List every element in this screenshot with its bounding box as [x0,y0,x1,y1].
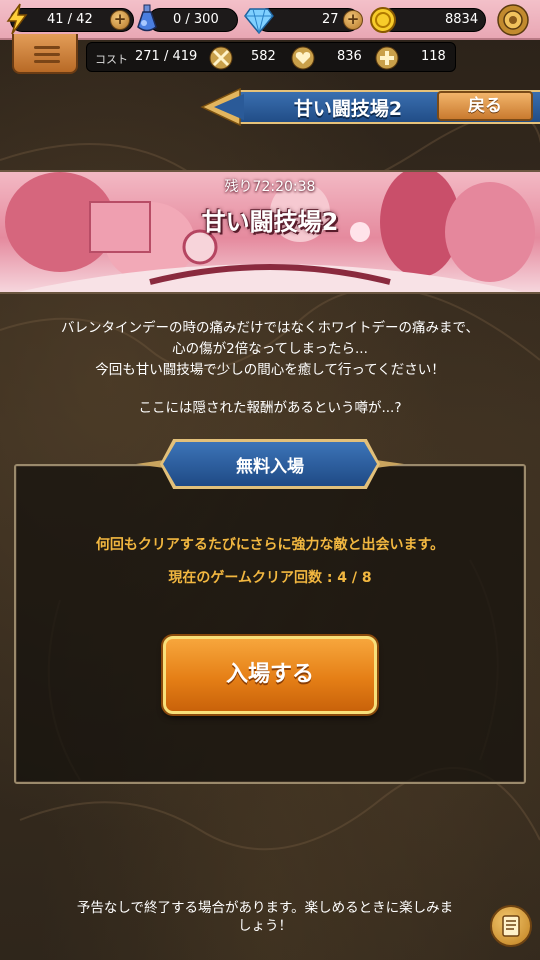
potion-icon [132,2,162,36]
coins-value: 8834 [445,12,479,27]
cost-label: コスト [95,53,128,66]
resource-bar: 41 / 42 + 0 / 300 27 + 8834 [0,0,540,40]
scroll-icon[interactable] [490,905,532,947]
event-title: 甘い闘技場2 [201,208,339,236]
entry-panel [14,464,526,784]
free-entry-label: 無料入場 [236,457,304,477]
back-button[interactable]: 戻る [437,91,533,121]
event-timer: 残り72:20:38 [224,179,316,195]
difficulty-info: 何回もクリアするたびにさらに強力な敵と出会います。 [95,537,445,553]
lightning-icon [2,2,32,36]
gear-icon[interactable] [497,4,529,36]
hp-value: 836 [337,49,362,64]
footer-line: しょう！ [238,918,292,934]
gems-value: 27 [322,12,339,27]
heart-icon [291,46,315,70]
description-line: 今回も甘い闘技場で少しの間心を癒して行ってください！ [95,362,445,378]
event-description: バレンタインデーの時の痛みだけではなくホワイトデーの痛みまで、 心の傷が2倍なっ… [0,318,540,419]
add-gems-button[interactable]: + [343,10,363,30]
stamina-value: 41 / 42 [47,12,93,27]
coin-icon [368,3,398,37]
cost-value: 271 / 419 [135,49,198,64]
enter-button[interactable]: 入場する [163,636,377,714]
diamond-icon [244,3,274,37]
attack-value: 582 [251,49,276,64]
team-stats-bar: コスト 271 / 419 582 836 118 [86,42,456,72]
description-line: バレンタインデーの時の痛みだけではなくホワイトデーの痛みまで、 [61,320,479,336]
description-line: 心の傷が2倍なってしまったら... [172,341,368,357]
cross-icon [375,46,399,70]
potion-value: 0 / 300 [173,12,219,27]
hamburger-icon [34,46,60,49]
footer-line: 予告なしで終了する場合があります。楽しめるときに楽しみま [76,900,454,916]
heal-value: 118 [421,49,446,64]
clear-count: 現在のゲームクリア回数 : 4 / 8 [168,570,372,586]
description-line: ここには隠された報酬があるという噂が...? [138,400,402,416]
page-title: 甘い闘技場2 [293,98,403,120]
footer-notice: 予告なしで終了する場合があります。楽しめるときに楽しみま しょう！ [20,899,510,935]
menu-button[interactable] [12,34,78,74]
crossed-swords-icon [209,46,233,70]
add-stamina-button[interactable]: + [110,10,130,30]
